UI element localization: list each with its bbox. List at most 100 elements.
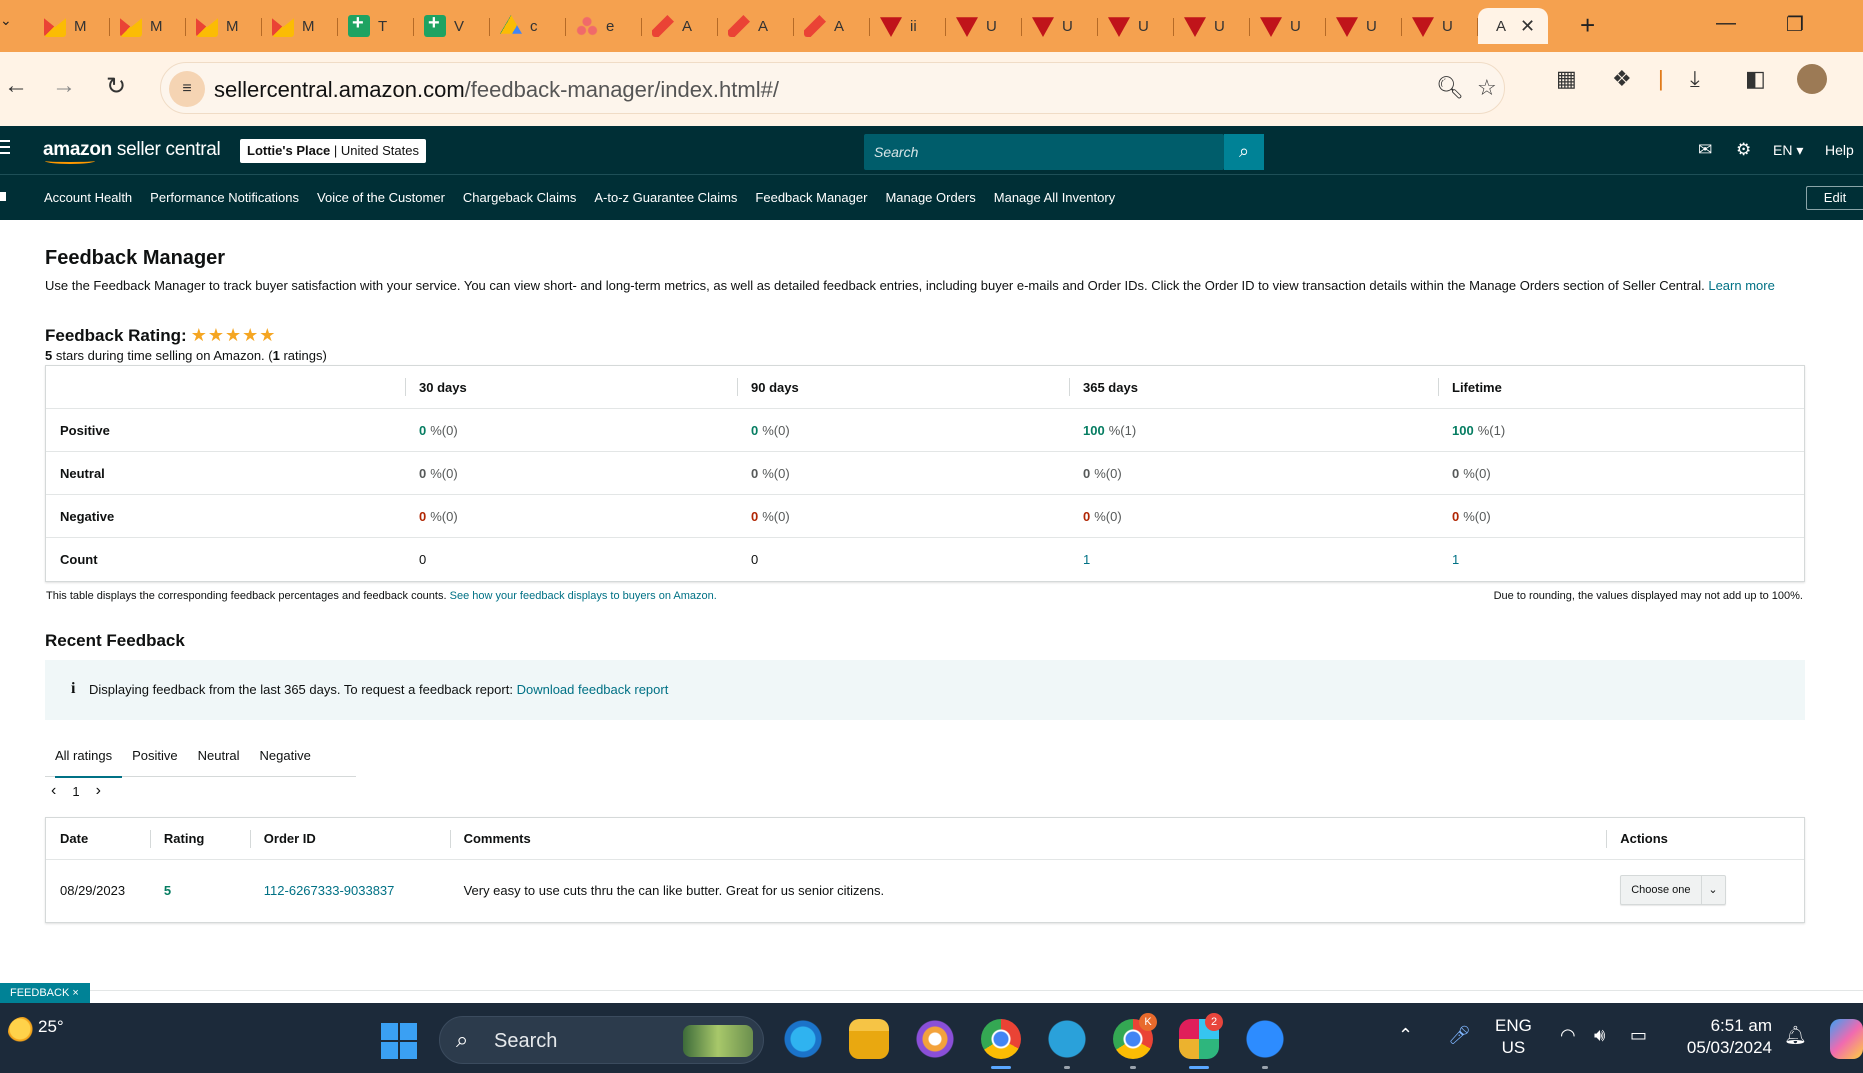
wifi-icon[interactable]: ◠	[1560, 1025, 1576, 1046]
tab-neutral[interactable]: Neutral	[188, 744, 250, 777]
extensions-icon[interactable]: ❖	[1612, 66, 1632, 92]
file-explorer-icon[interactable]	[849, 1019, 889, 1059]
browser-tab[interactable]: V	[414, 8, 490, 44]
tab-all-ratings[interactable]: All ratings	[45, 744, 123, 778]
profile-avatar[interactable]	[1797, 64, 1827, 94]
nav-item-manage-orders[interactable]: Manage Orders	[885, 190, 975, 205]
nav-item-chargeback-claims[interactable]: Chargeback Claims	[463, 190, 576, 205]
notification-bell-icon[interactable]: 🔔︎	[1784, 1025, 1807, 1046]
chrome-icon[interactable]	[981, 1019, 1021, 1069]
reload-icon[interactable]: ↻	[106, 72, 126, 101]
browser-tab[interactable]: M	[34, 8, 110, 44]
browser-tab[interactable]: U	[1174, 8, 1250, 44]
microphone-icon[interactable]: 🎤︎	[1448, 1025, 1471, 1046]
browser-tab[interactable]: A	[794, 8, 870, 44]
search-icon[interactable]: ⌕	[1224, 134, 1264, 170]
weather-widget[interactable]: 25°	[8, 1017, 64, 1047]
new-tab-button[interactable]: +	[1580, 10, 1595, 41]
site-settings-icon[interactable]: ≡	[169, 71, 205, 107]
column-header[interactable]: Order ID	[249, 818, 450, 859]
chrome-profile-icon[interactable]: K	[1113, 1013, 1157, 1069]
gear-icon[interactable]: ⚙	[1736, 140, 1751, 160]
address-bar[interactable]: ≡ sellercentral.amazon.com/feedback-mana…	[160, 62, 1505, 114]
back-icon[interactable]: ←	[4, 72, 28, 100]
download-report-link[interactable]: Download feedback report	[517, 682, 669, 697]
pencil-app-icon	[728, 15, 750, 37]
prev-page-icon[interactable]: ‹	[51, 782, 56, 800]
nav-item-feedback-manager[interactable]: Feedback Manager	[755, 190, 867, 205]
edge-icon[interactable]	[783, 1019, 823, 1059]
table-row: 08/29/2023 5 112-6267333-9033837 Very ea…	[46, 860, 1804, 920]
browser-tab[interactable]: A	[718, 8, 794, 44]
restore-icon[interactable]: ❐	[1786, 12, 1804, 37]
tab-negative[interactable]: Negative	[250, 744, 321, 777]
tab-search-chevron-icon[interactable]: ⌄	[0, 12, 18, 40]
nav-item-account-health[interactable]: Account Health	[44, 190, 132, 205]
volume-icon[interactable]: 🔊︎	[1594, 1025, 1605, 1046]
column-header: 30 days	[405, 366, 737, 408]
header-search-input[interactable]	[864, 134, 1224, 170]
browser-tab[interactable]: A	[642, 8, 718, 44]
nav-item-performance-notifications[interactable]: Performance Notifications	[150, 190, 299, 205]
browser-tab[interactable]: e	[566, 8, 642, 44]
feedback-date: 08/29/2023	[60, 882, 126, 898]
battery-icon[interactable]: ▭	[1630, 1025, 1647, 1046]
chevron-down-icon[interactable]: ⌄	[1700, 876, 1725, 904]
buyer-display-link[interactable]: See how your feedback displays to buyers…	[450, 590, 717, 602]
minimize-icon[interactable]: —	[1716, 12, 1736, 35]
copilot-icon[interactable]	[1830, 1019, 1863, 1059]
clock[interactable]: 6:51 am 05/03/2024	[1680, 1015, 1772, 1059]
taskbar-search[interactable]: ⌕ Search	[439, 1016, 764, 1064]
star-rating-icon: ★★★★★	[190, 325, 277, 345]
column-header[interactable]: Rating	[149, 818, 250, 859]
order-id-link[interactable]: 112-6267333-9033837	[250, 860, 450, 920]
column-header[interactable]: Date	[46, 818, 150, 859]
hamburger-menu-icon[interactable]	[0, 140, 10, 154]
page-number[interactable]: 1	[72, 784, 79, 799]
slack-icon[interactable]: 2	[1179, 1013, 1223, 1069]
amazon-seller-central-logo[interactable]: amazon seller central	[43, 139, 221, 164]
zoom-icon[interactable]: 🔍︎	[1436, 75, 1464, 101]
mail-icon[interactable]: ✉	[1698, 140, 1712, 160]
column-header: Comments	[449, 818, 1607, 859]
browser-tab[interactable]: U	[1022, 8, 1098, 44]
browser-tab[interactable]: M	[262, 8, 338, 44]
browser-tab[interactable]: U	[1250, 8, 1326, 44]
choose-action-dropdown[interactable]: Choose one ⌄	[1620, 875, 1726, 905]
help-link[interactable]: Help	[1825, 142, 1854, 158]
next-page-icon[interactable]: ›	[96, 782, 101, 800]
feedback-widget-button[interactable]: FEEDBACK ×	[0, 983, 90, 1003]
url-text[interactable]: sellercentral.amazon.com/feedback-manage…	[214, 77, 779, 103]
store-switcher[interactable]: Lottie's Place | United States	[240, 139, 426, 163]
browser-toolbar: ← → ↻ ≡ sellercentral.amazon.com/feedbac…	[0, 52, 1863, 126]
browser-tab[interactable]: M	[186, 8, 262, 44]
browser-tab[interactable]: T	[338, 8, 414, 44]
browser-tab[interactable]: M	[110, 8, 186, 44]
side-panel-icon[interactable]: ◧	[1745, 66, 1766, 92]
browser-tab[interactable]: U	[1326, 8, 1402, 44]
browser-tab[interactable]: U	[946, 8, 1022, 44]
browser-tab[interactable]: U	[1098, 8, 1174, 44]
telegram-icon[interactable]	[1047, 1019, 1087, 1069]
language-selector[interactable]: EN ▾	[1773, 142, 1803, 159]
close-tab-icon[interactable]: ✕	[1520, 16, 1535, 37]
forward-icon[interactable]: →	[52, 72, 76, 100]
learn-more-link[interactable]: Learn more	[1708, 278, 1774, 293]
language-indicator[interactable]: ENG US	[1495, 1015, 1532, 1059]
tab-positive[interactable]: Positive	[122, 744, 188, 777]
active-browser-tab[interactable]: A ✕	[1478, 8, 1548, 44]
nav-item-manage-all-inventory[interactable]: Manage All Inventory	[994, 190, 1115, 205]
qr-code-icon[interactable]: ▦	[1556, 66, 1577, 92]
browser-tab[interactable]: ii	[870, 8, 946, 44]
zoom-icon[interactable]	[1245, 1019, 1285, 1069]
download-icon[interactable]: ⤓	[1690, 66, 1700, 92]
nav-item-voice-of-the-customer[interactable]: Voice of the Customer	[317, 190, 445, 205]
nav-item-a-to-z-guarantee-claims[interactable]: A-to-z Guarantee Claims	[594, 190, 737, 205]
edit-nav-button[interactable]: Edit	[1806, 186, 1863, 210]
browser-tab[interactable]: c	[490, 8, 566, 44]
browser-tab[interactable]: U	[1402, 8, 1478, 44]
bookmark-star-icon[interactable]: ☆	[1477, 75, 1497, 101]
vpn-app-icon[interactable]	[915, 1019, 955, 1059]
windows-start-icon[interactable]	[381, 1023, 417, 1059]
show-hidden-icons-icon[interactable]: ⌃	[1398, 1025, 1413, 1046]
